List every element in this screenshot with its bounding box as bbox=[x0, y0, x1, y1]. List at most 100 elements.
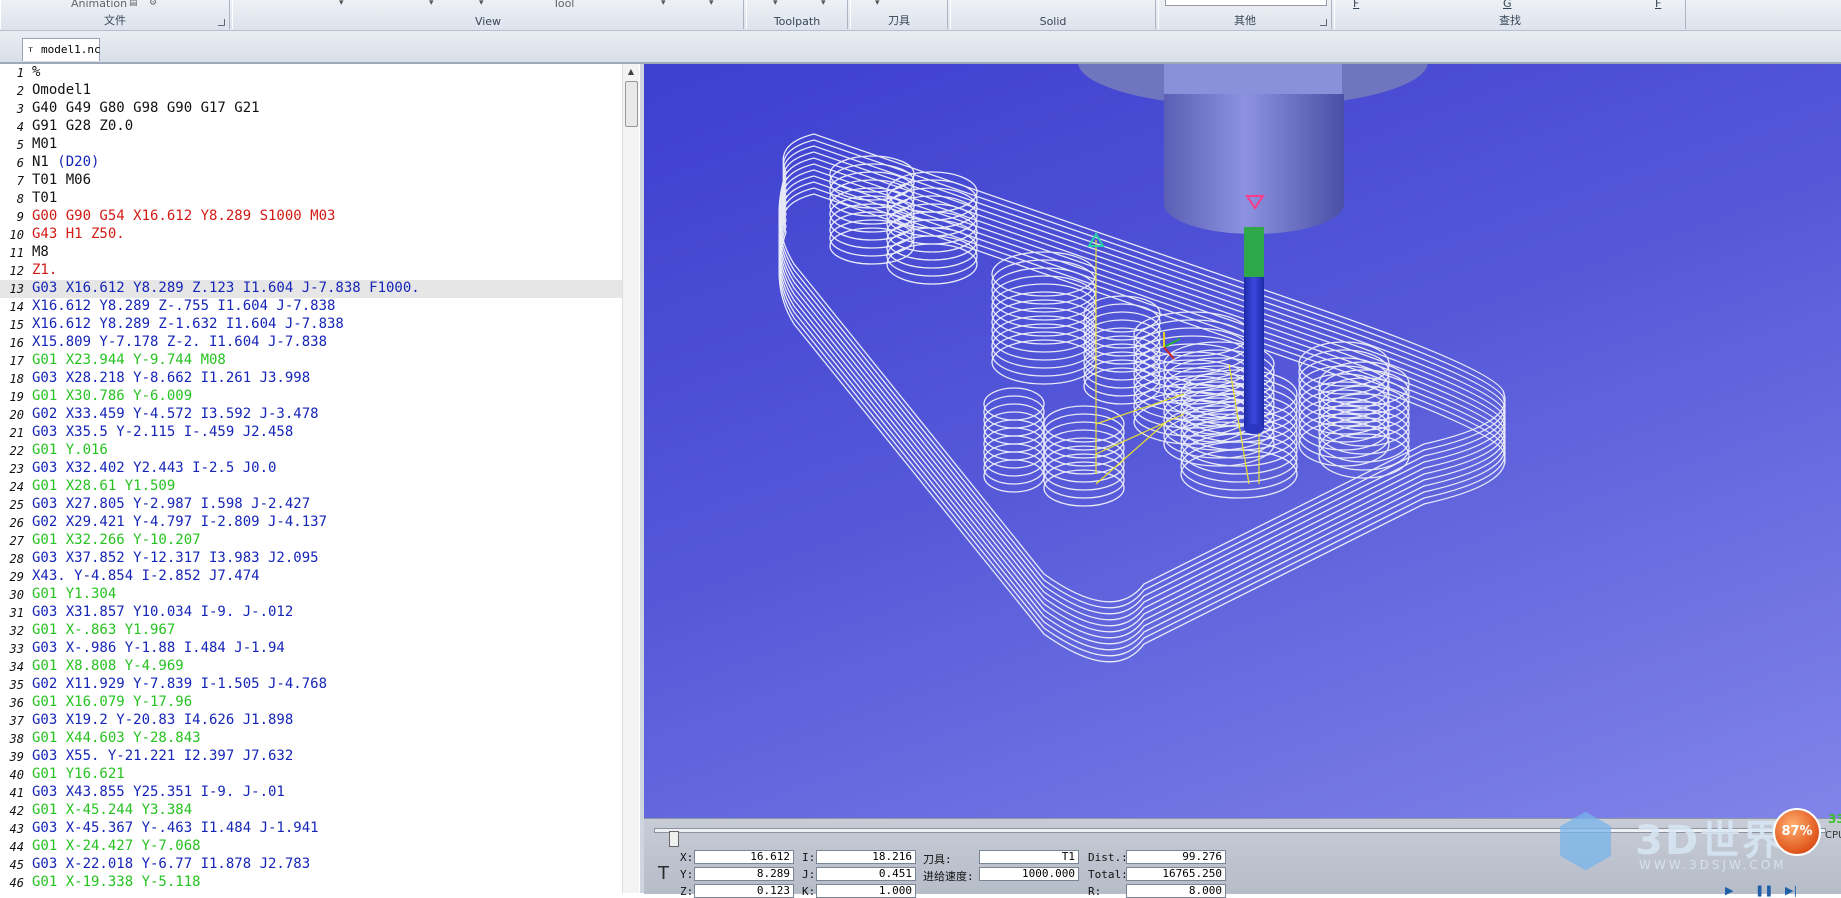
line-number: 6 bbox=[16, 156, 24, 170]
code-text: G01 X28.61 Y1.509 bbox=[32, 478, 176, 494]
code-line[interactable]: 37 G03 X19.2 Y-20.83 I4.626 J1.898 bbox=[0, 712, 622, 730]
line-number: 2 bbox=[16, 84, 24, 98]
code-line[interactable]: 1% bbox=[0, 64, 622, 82]
line-number: 16 bbox=[9, 336, 24, 350]
code-line[interactable]: 22 G01 Y.016 bbox=[0, 442, 622, 460]
settings-icon[interactable]: ⚙ bbox=[149, 0, 157, 8]
editor-vertical-scrollbar[interactable]: ▲ bbox=[622, 64, 639, 893]
chevron-down-icon[interactable]: ▾ bbox=[875, 0, 880, 8]
code-line[interactable]: 15 X16.612 Y8.289 Z-1.632 I1.604 J-7.838 bbox=[0, 316, 622, 334]
code-line[interactable]: 32 G01 X-.863 Y1.967 bbox=[0, 622, 622, 640]
nc-code-editor[interactable]: 1% 2 Omodel1 3 G40 G49 G80 G98 G90 G17 G21 4 G… bbox=[0, 64, 644, 893]
code-line[interactable]: 45 G03 X-22.018 Y-6.77 I1.878 J2.783 bbox=[0, 856, 622, 874]
chevron-down-icon[interactable]: ▾ bbox=[773, 0, 778, 8]
chevron-down-icon[interactable]: ▾ bbox=[821, 0, 826, 8]
code-text: G01 Y1.304 bbox=[32, 586, 117, 602]
code-line[interactable]: 2 Omodel1 bbox=[0, 82, 622, 100]
group-label-tooling: 刀具 bbox=[888, 14, 910, 27]
scroll-up-icon[interactable]: ▲ bbox=[623, 64, 639, 80]
code-line[interactable]: 24 G01 X28.61 Y1.509 bbox=[0, 478, 622, 496]
scrollbar-thumb[interactable] bbox=[625, 81, 638, 127]
other-dialog-launcher-icon[interactable] bbox=[1320, 19, 1327, 26]
code-line[interactable]: 41 G03 X43.855 Y25.351 I-9. J-.01 bbox=[0, 784, 622, 802]
code-text: G03 X-.986 Y-1.88 I.484 J-1.94 bbox=[32, 640, 285, 656]
find-f2-button[interactable]: F bbox=[1655, 0, 1661, 10]
code-line[interactable]: 21 G03 X35.5 Y-2.115 I-.459 J2.458 bbox=[0, 424, 622, 442]
code-line[interactable]: 33 G03 X-.986 Y-1.88 I.484 J-1.94 bbox=[0, 640, 622, 658]
code-line[interactable]: 9 G00 G90 G54 X16.612 Y8.289 S1000 M03 bbox=[0, 208, 622, 226]
code-line[interactable]: 28 G03 X37.852 Y-12.317 I3.983 J2.095 bbox=[0, 550, 622, 568]
slider-thumb[interactable] bbox=[669, 831, 679, 847]
code-line[interactable]: 34 G01 X8.808 Y-4.969 bbox=[0, 658, 622, 676]
animation-label[interactable]: Animation bbox=[71, 0, 127, 10]
code-line[interactable]: 46 G01 X-19.338 Y-5.118 bbox=[0, 874, 622, 892]
tool-label[interactable]: Tool bbox=[553, 0, 574, 10]
find-f-button[interactable]: F bbox=[1353, 0, 1359, 10]
code-line[interactable]: 40 G01 Y16.621 bbox=[0, 766, 622, 784]
cpu-monitor-badge[interactable]: 87% bbox=[1773, 808, 1821, 856]
group-label-find: 查找 bbox=[1499, 14, 1521, 27]
line-number: 35 bbox=[9, 678, 24, 692]
code-line[interactable]: 25 G03 X27.805 Y-2.987 I.598 J-2.427 bbox=[0, 496, 622, 514]
code-line[interactable]: 26 G02 X29.421 Y-4.797 I-2.809 J-4.137 bbox=[0, 514, 622, 532]
chevron-down-icon[interactable]: ▾ bbox=[339, 0, 344, 8]
code-line[interactable]: 42 G01 X-45.244 Y3.384 bbox=[0, 802, 622, 820]
code-line[interactable]: 44 G01 X-24.427 Y-7.068 bbox=[0, 838, 622, 856]
doc-icon[interactable]: ▤ bbox=[129, 0, 138, 8]
code-line[interactable]: 3 G40 G49 G80 G98 G90 G17 G21 bbox=[0, 100, 622, 118]
code-text: Omodel1 bbox=[32, 82, 92, 98]
code-line[interactable]: 11 M8 bbox=[0, 244, 622, 262]
code-text: G43 H1 Z50. bbox=[32, 226, 125, 242]
code-text: G01 X44.603 Y-28.843 bbox=[32, 730, 201, 746]
code-line[interactable]: 7 T01 M06 bbox=[0, 172, 622, 190]
tool-icon[interactable]: T bbox=[658, 863, 669, 884]
code-line[interactable]: 43 G03 X-45.367 Y-.463 I1.484 J-1.941 bbox=[0, 820, 622, 838]
line-number: 39 bbox=[9, 750, 24, 764]
group-label-file: 文件 bbox=[104, 14, 126, 27]
file-dialog-launcher-icon[interactable] bbox=[218, 19, 225, 26]
play-icon[interactable]: ▶ bbox=[1725, 884, 1733, 897]
code-line[interactable]: 19 G01 X30.786 Y-6.009 bbox=[0, 388, 622, 406]
step-icon[interactable]: ▶| bbox=[1785, 884, 1797, 897]
other-input[interactable] bbox=[1165, 0, 1327, 6]
chevron-down-icon[interactable]: ▾ bbox=[709, 0, 714, 8]
code-line[interactable]: 14 X16.612 Y8.289 Z-.755 I1.604 J-7.838 bbox=[0, 298, 622, 316]
chevron-down-icon[interactable]: ▾ bbox=[429, 0, 434, 8]
code-line[interactable]: 29 X43. Y-4.854 I-2.852 J7.474 bbox=[0, 568, 622, 586]
code-line[interactable]: 4 G91 G28 Z0.0 bbox=[0, 118, 622, 136]
document-tab-bar: ᵀ model1.nc bbox=[0, 31, 1841, 64]
code-line[interactable]: 36 G01 X16.079 Y-17.96 bbox=[0, 694, 622, 712]
code-line[interactable]: 30 G01 Y1.304 bbox=[0, 586, 622, 604]
code-line[interactable]: 8 T01 bbox=[0, 190, 622, 208]
line-number: 29 bbox=[9, 570, 24, 584]
chevron-down-icon[interactable]: ▾ bbox=[479, 0, 484, 8]
code-line[interactable]: 13 G03 X16.612 Y8.289 Z.123 I1.604 J-7.83… bbox=[0, 280, 622, 298]
code-line[interactable]: 12 Z1. bbox=[0, 262, 622, 280]
chevron-down-icon[interactable]: ▾ bbox=[661, 0, 666, 8]
tab-model1-nc[interactable]: ᵀ model1.nc bbox=[22, 38, 101, 61]
x-label: X: bbox=[680, 851, 694, 864]
code-line[interactable]: 18 G03 X28.218 Y-8.662 I1.261 J3.998 bbox=[0, 370, 622, 388]
code-line[interactable]: 31 G03 X31.857 Y10.034 I-9. J-.012 bbox=[0, 604, 622, 622]
code-line[interactable]: 23 G03 X32.402 Y2.443 I-2.5 J0.0 bbox=[0, 460, 622, 478]
tool-holder bbox=[1078, 64, 1428, 234]
code-line[interactable]: 39 G03 X55. Y-21.221 I2.397 J7.632 bbox=[0, 748, 622, 766]
code-line[interactable]: 38 G01 X44.603 Y-28.843 bbox=[0, 730, 622, 748]
code-line[interactable]: 20 G02 X33.459 Y-4.572 I3.592 J-3.478 bbox=[0, 406, 622, 424]
code-text: G03 X35.5 Y-2.115 I-.459 J2.458 bbox=[32, 424, 294, 440]
line-number: 46 bbox=[9, 876, 24, 890]
find-g-button[interactable]: G bbox=[1503, 0, 1512, 10]
pause-icon[interactable]: ❚❚ bbox=[1755, 884, 1773, 897]
i-label: I: bbox=[802, 851, 816, 864]
code-line[interactable]: 35 G02 X11.929 Y-7.839 I-1.505 J-4.768 bbox=[0, 676, 622, 694]
line-number: 7 bbox=[16, 174, 24, 188]
code-line[interactable]: 5 M01 bbox=[0, 136, 622, 154]
line-number: 18 bbox=[9, 372, 24, 386]
line-number: 13 bbox=[9, 282, 24, 296]
code-line[interactable]: 16 X15.809 Y-7.178 Z-2. I1.604 J-7.838 bbox=[0, 334, 622, 352]
code-line[interactable]: 6 N1 (D20) bbox=[0, 154, 622, 172]
code-line[interactable]: 17 G01 X23.944 Y-9.744 M08 bbox=[0, 352, 622, 370]
code-line[interactable]: 27 G01 X32.266 Y-10.207 bbox=[0, 532, 622, 550]
code-line[interactable]: 10 G43 H1 Z50. bbox=[0, 226, 622, 244]
3d-simulation-viewport[interactable] bbox=[644, 64, 1841, 818]
